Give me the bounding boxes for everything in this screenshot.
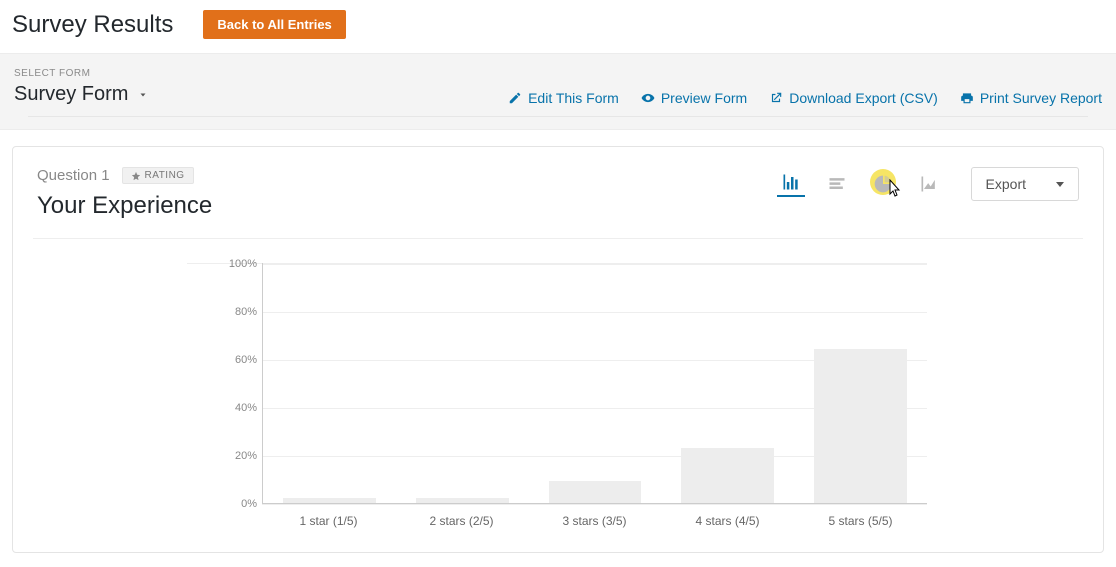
chart: 0%20%40%60%80%100% 1 star (1/5)2 stars (… [187,263,927,528]
download-export-label: Download Export (CSV) [789,90,938,106]
bar [549,481,642,503]
export-dropdown[interactable]: Export [971,167,1079,201]
print-report-label: Print Survey Report [980,90,1102,106]
x-axis-label: 2 stars (2/5) [395,514,528,528]
question-title: Your Experience [37,192,212,220]
y-axis-label: 80% [235,306,257,318]
bar-slot [529,263,662,503]
bar-slot [396,263,529,503]
bars-container [262,263,927,504]
cursor-icon [883,179,903,199]
grid-line [262,504,927,505]
form-selector-name: Survey Form [14,83,128,106]
x-axis-label: 4 stars (4/5) [661,514,794,528]
export-label: Export [986,176,1026,192]
bar-slot [263,263,396,503]
area-chart-button[interactable] [915,173,943,195]
visualization-toolbar: Export [777,167,1079,201]
caret-down-icon [1056,182,1064,187]
eye-icon [641,91,655,105]
badge-text: RATING [145,170,185,181]
bar [814,349,907,503]
area-chart-icon [919,174,939,194]
y-axis-label: 0% [241,498,257,510]
print-report-link[interactable]: Print Survey Report [960,90,1102,106]
y-axis-label: 40% [235,402,257,414]
edit-form-link[interactable]: Edit This Form [508,90,619,106]
bar-chart-icon [781,172,801,192]
x-axis-label: 5 stars (5/5) [794,514,927,528]
y-axis-label: 20% [235,450,257,462]
preview-form-link[interactable]: Preview Form [641,90,747,106]
question-type-badge: RATING [122,167,194,184]
chevron-down-icon [138,90,148,100]
print-icon [960,91,974,105]
question-number: Question 1 [37,167,110,184]
form-selector-dropdown[interactable]: Survey Form [14,83,148,106]
page-title: Survey Results [12,11,173,39]
x-axis-label: 3 stars (3/5) [528,514,661,528]
star-icon [131,171,141,181]
horizontal-bars-icon [827,174,847,194]
bar-slot [661,263,794,503]
y-axis-label: 60% [235,354,257,366]
download-export-link[interactable]: Download Export (CSV) [769,90,938,106]
question-card: Question 1 RATING Your Experience [12,146,1104,553]
horizontal-bar-button[interactable] [823,173,851,195]
y-axis-label: 100% [229,258,257,270]
toolbar-actions: Edit This Form Preview Form Download Exp… [508,90,1102,106]
select-form-label: SELECT FORM [14,68,1102,79]
bar [681,448,774,503]
pie-chart-button[interactable] [869,173,897,195]
edit-form-label: Edit This Form [528,90,619,106]
back-to-entries-button[interactable]: Back to All Entries [203,10,345,39]
bar-chart-button[interactable] [777,171,805,197]
preview-form-label: Preview Form [661,90,747,106]
bar [283,498,376,503]
toolbar: SELECT FORM Survey Form Edit This Form P… [0,53,1116,130]
export-icon [769,91,783,105]
bar [416,498,509,503]
bar-slot [794,263,927,503]
pencil-icon [508,91,522,105]
page-header: Survey Results Back to All Entries [0,0,1116,53]
x-axis-label: 1 star (1/5) [262,514,395,528]
